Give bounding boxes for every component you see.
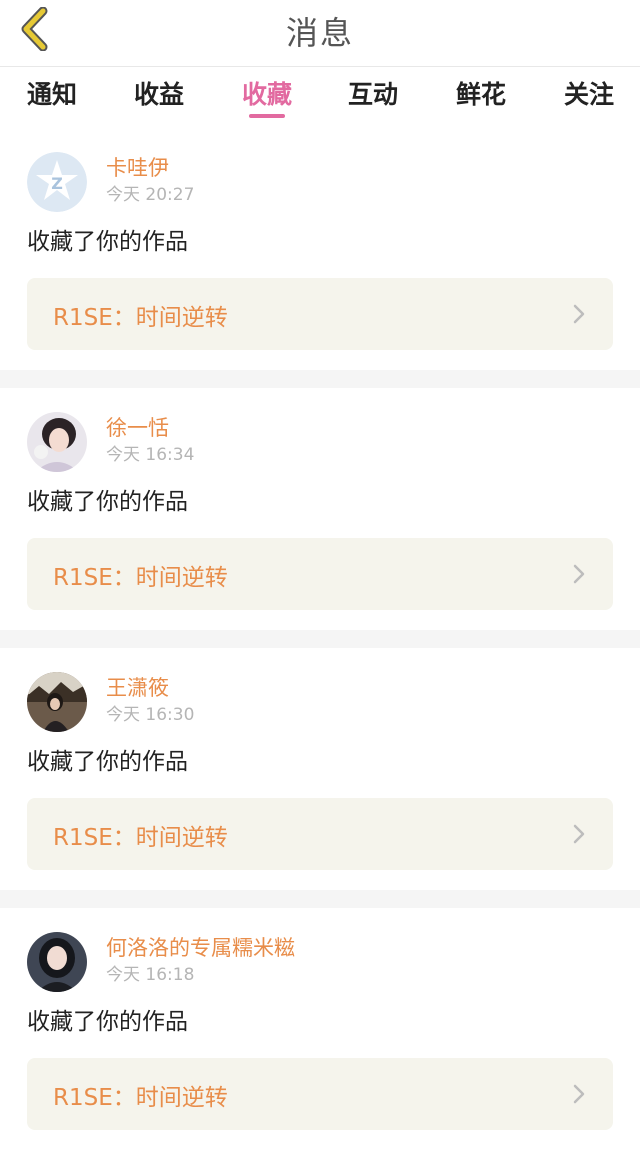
work-link[interactable]: R1SE：时间逆转 [27, 278, 613, 350]
action-text: 收藏了你的作品 [27, 489, 188, 515]
user-photo [27, 932, 87, 992]
avatar[interactable]: Z [27, 152, 87, 212]
chevron-right-icon [573, 564, 585, 584]
user-photo [27, 412, 87, 472]
tab-interactions[interactable]: 互动 [333, 75, 413, 111]
message-item: 徐一恬 今天 16:34 收藏了你的作品 R1SE：时间逆转 [0, 388, 640, 630]
work-link[interactable]: R1SE：时间逆转 [27, 1058, 613, 1130]
avatar[interactable] [27, 412, 87, 472]
chevron-right-icon [573, 304, 585, 324]
avatar[interactable] [27, 932, 87, 992]
active-tab-indicator [249, 114, 285, 118]
timestamp: 今天 16:18 [106, 965, 195, 985]
message-item: 王潇筱 今天 16:30 收藏了你的作品 R1SE：时间逆转 [0, 648, 640, 890]
action-text: 收藏了你的作品 [27, 749, 188, 775]
username[interactable]: 徐一恬 [106, 412, 169, 442]
section-divider [0, 370, 640, 388]
message-item: Z 卡哇伊 今天 20:27 收藏了你的作品 R1SE：时间逆转 [0, 128, 640, 370]
default-avatar-icon: Z [27, 152, 87, 212]
avatar[interactable] [27, 672, 87, 732]
username[interactable]: 卡哇伊 [106, 152, 169, 182]
chevron-right-icon [573, 824, 585, 844]
timestamp: 今天 20:27 [106, 185, 195, 205]
tab-bar: 通知 收益 收藏 互动 鲜花 关注 [0, 67, 640, 122]
message-item: 何洛洛的专属糯米糍 今天 16:18 收藏了你的作品 R1SE：时间逆转 [0, 908, 640, 1150]
action-text: 收藏了你的作品 [27, 229, 188, 255]
tab-favorites[interactable]: 收藏 [227, 75, 307, 111]
svg-text:Z: Z [51, 174, 63, 193]
work-title: R1SE：时间逆转 [53, 825, 228, 851]
tab-flowers[interactable]: 鲜花 [441, 75, 521, 111]
timestamp: 今天 16:30 [106, 705, 195, 725]
section-divider [0, 890, 640, 908]
action-text: 收藏了你的作品 [27, 1009, 188, 1035]
page-title: 消息 [285, 14, 354, 52]
timestamp: 今天 16:34 [106, 445, 195, 465]
top-bar: 消息 [0, 0, 640, 67]
work-link[interactable]: R1SE：时间逆转 [27, 538, 613, 610]
work-link[interactable]: R1SE：时间逆转 [27, 798, 613, 870]
chevron-right-icon [573, 1084, 585, 1104]
user-photo [27, 672, 87, 732]
tab-following[interactable]: 关注 [549, 75, 629, 111]
work-title: R1SE：时间逆转 [53, 305, 228, 331]
section-divider [0, 630, 640, 648]
tab-notifications[interactable]: 通知 [12, 75, 92, 111]
work-title: R1SE：时间逆转 [53, 1085, 228, 1111]
tab-earnings[interactable]: 收益 [119, 75, 199, 111]
username[interactable]: 王潇筱 [106, 672, 169, 702]
work-title: R1SE：时间逆转 [53, 565, 228, 591]
username[interactable]: 何洛洛的专属糯米糍 [106, 932, 295, 962]
